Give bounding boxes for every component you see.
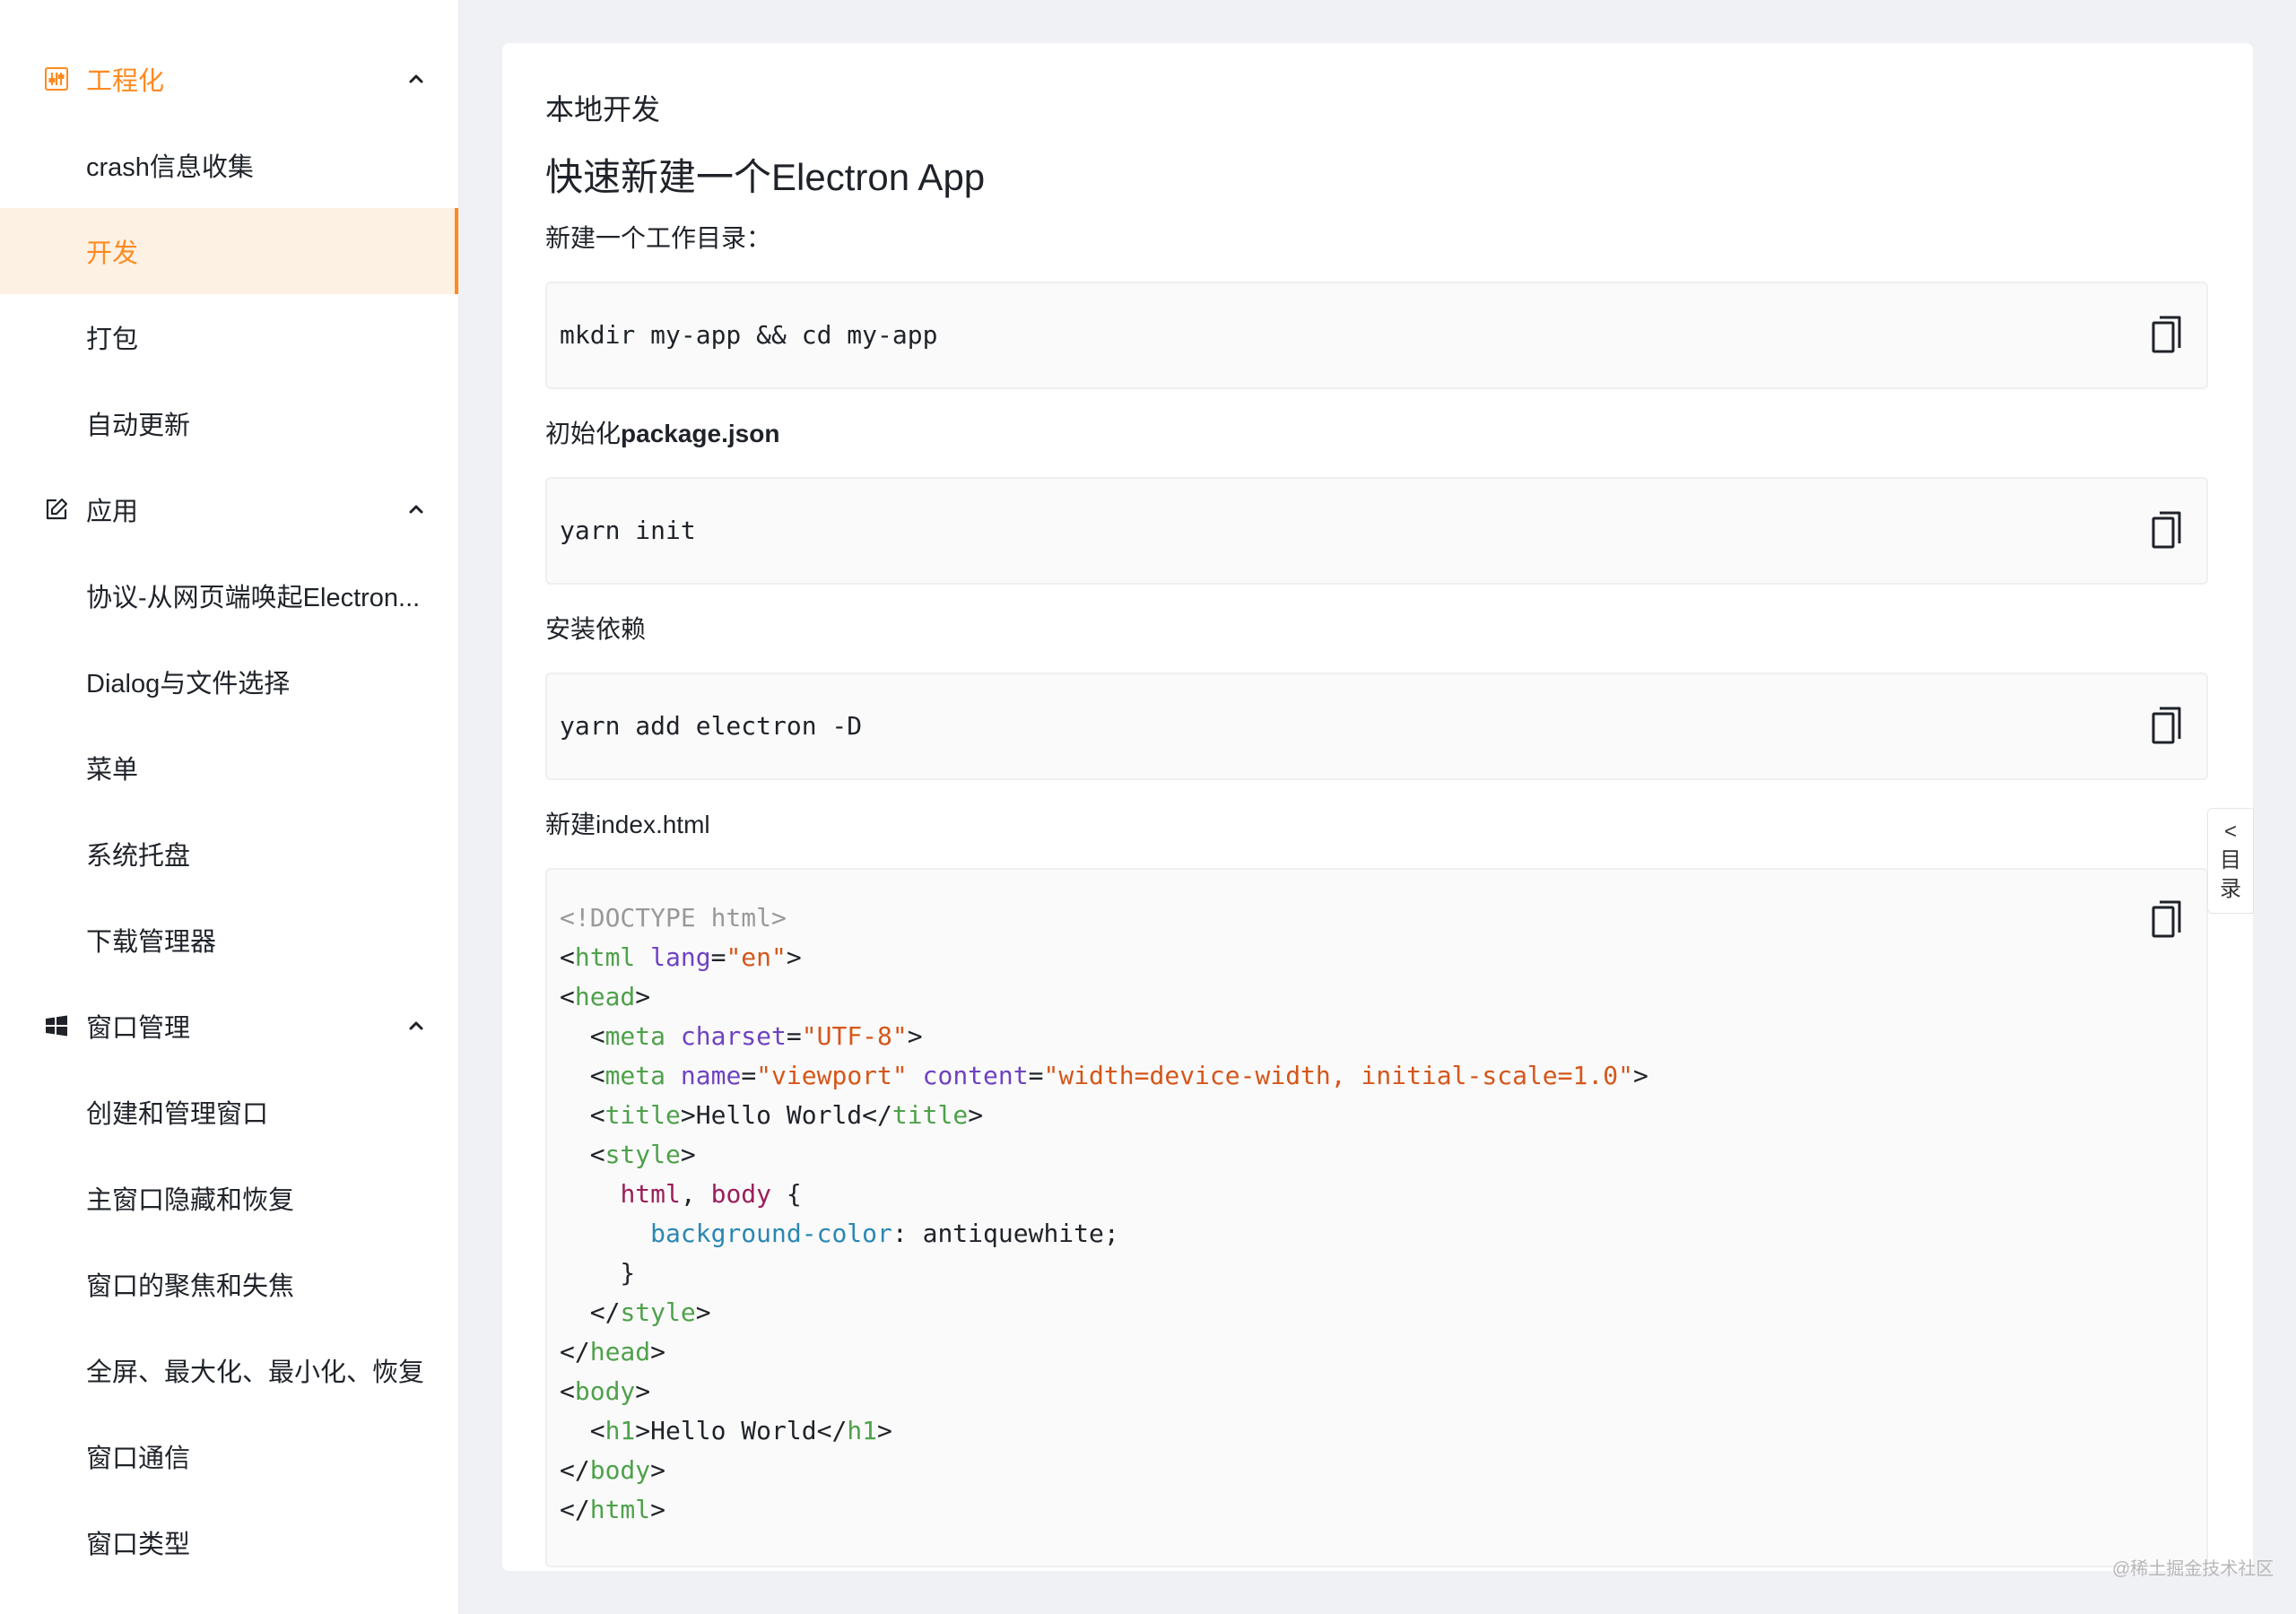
section-title: 本地开发 xyxy=(545,93,661,126)
sidebar-item-crash[interactable]: crash信息收集 xyxy=(0,122,458,208)
step-label: 初始化package.json xyxy=(545,407,2208,461)
sidebar-group-application[interactable]: 应用 xyxy=(0,466,458,552)
sidebar-group-window-management[interactable]: 窗口管理 xyxy=(0,983,458,1069)
sidebar-group-engineering[interactable]: 工程化 xyxy=(0,36,458,122)
sidebar-item-auto-update[interactable]: 自动更新 xyxy=(0,380,458,466)
sidebar-item-focus-blur[interactable]: 窗口的聚焦和失焦 xyxy=(0,1241,458,1327)
page-heading: 快速新建一个Electron App xyxy=(545,156,986,198)
step-label-bold: package.json xyxy=(621,420,780,447)
article: 本地开发 快速新建一个Electron App 新建一个工作目录： mkdir … xyxy=(545,86,2208,1585)
engineering-icon xyxy=(43,65,70,92)
sidebar-menu: 工程化 crash信息收集 开发 打包 自动更新 应用 协议-从网页端唤起Ele… xyxy=(0,36,458,1585)
sidebar-item-tray[interactable]: 系统托盘 xyxy=(0,811,458,897)
sidebar-item-package[interactable]: 打包 xyxy=(0,294,458,380)
sidebar-group-title: 工程化 xyxy=(86,67,165,96)
sidebar-item-hide-restore[interactable]: 主窗口隐藏和恢复 xyxy=(0,1155,458,1241)
code-text: mkdir my-app && cd my-app xyxy=(560,320,938,350)
toc-label-char: 目 xyxy=(2220,848,2241,872)
step-label-prefix: 初始化 xyxy=(545,420,622,447)
code-block: mkdir my-app && cd my-app xyxy=(545,282,2208,389)
chevron-up-icon xyxy=(409,74,423,83)
sidebar-item-fullscreen[interactable]: 全屏、最大化、最小化、恢复 xyxy=(0,1327,458,1413)
code-text: yarn add electron -D xyxy=(560,711,863,741)
sidebar: 工程化 crash信息收集 开发 打包 自动更新 应用 协议-从网页端唤起Ele… xyxy=(0,0,459,1614)
sidebar-item-window-type[interactable]: 窗口类型 xyxy=(0,1499,458,1585)
toc-toggle[interactable]: < 目 录 xyxy=(2207,808,2254,914)
code-block: yarn add electron -D xyxy=(545,672,2208,780)
chevron-left-icon: < xyxy=(2223,820,2237,844)
code-text-html: <!DOCTYPE html> <html lang="en"> <head> … xyxy=(560,903,1648,1524)
sidebar-item-protocol[interactable]: 协议-从网页端唤起Electron... xyxy=(0,552,458,638)
sidebar-item-menu[interactable]: 菜单 xyxy=(0,725,458,811)
step-label: 新建index.html xyxy=(545,811,710,838)
code-text: yarn init xyxy=(560,516,696,545)
copy-icon[interactable] xyxy=(2149,703,2185,746)
watermark: @稀土掘金技术社区 xyxy=(2112,1559,2274,1579)
step-label: 新建一个工作目录： xyxy=(545,224,772,252)
sidebar-item-develop[interactable]: 开发 xyxy=(0,208,458,294)
copy-icon[interactable] xyxy=(2149,508,2185,551)
code-block-html: <!DOCTYPE html> <html lang="en"> <head> … xyxy=(545,868,2208,1567)
content-card: 本地开发 快速新建一个Electron App 新建一个工作目录： mkdir … xyxy=(502,43,2253,1571)
copy-icon[interactable] xyxy=(2149,312,2185,355)
chevron-up-icon xyxy=(409,1021,423,1030)
edit-icon xyxy=(43,496,70,523)
sidebar-item-dialog[interactable]: Dialog与文件选择 xyxy=(0,638,458,725)
code-block: yarn init xyxy=(545,477,2208,585)
sidebar-item-download-manager[interactable]: 下载管理器 xyxy=(0,897,458,983)
copy-icon[interactable] xyxy=(2149,897,2185,940)
toc-label-char: 录 xyxy=(2220,877,2241,901)
step-label: 安装依赖 xyxy=(545,615,647,643)
chevron-up-icon xyxy=(409,505,423,514)
sidebar-group-title: 应用 xyxy=(86,498,139,526)
sidebar-item-create-window[interactable]: 创建和管理窗口 xyxy=(0,1069,458,1155)
sidebar-item-window-ipc[interactable]: 窗口通信 xyxy=(0,1413,458,1499)
sidebar-group-title: 窗口管理 xyxy=(86,1014,191,1043)
windows-icon xyxy=(43,1012,70,1039)
